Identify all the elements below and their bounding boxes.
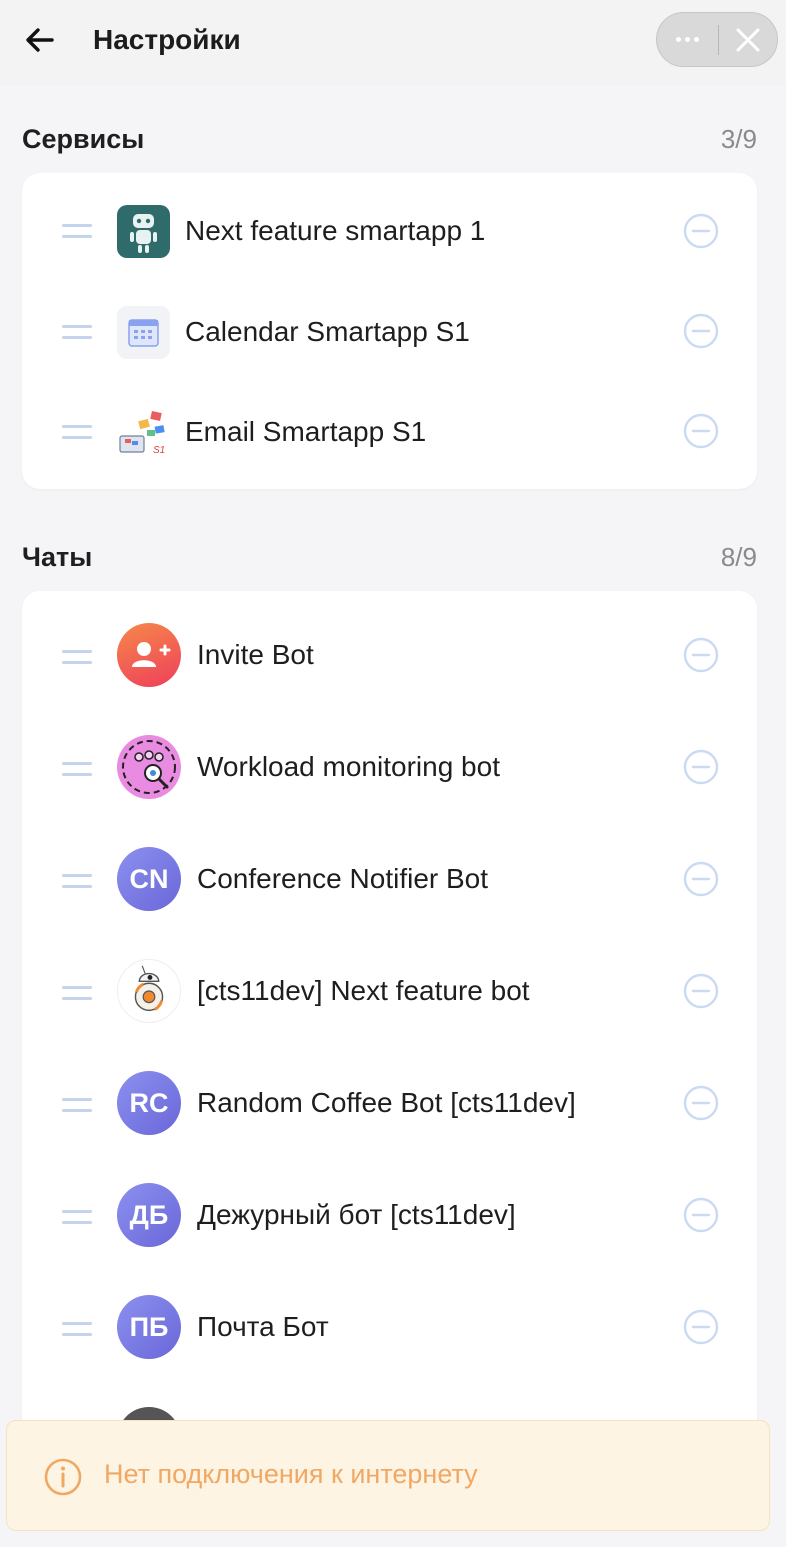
info-icon (44, 1458, 82, 1496)
top-bar: Настройки (0, 0, 786, 86)
drag-handle-icon[interactable] (62, 1322, 92, 1336)
services-card: Next feature smartapp 1 Calendar Smartap… (22, 173, 757, 489)
more-button[interactable] (657, 13, 718, 66)
drag-handle-icon[interactable] (62, 425, 92, 439)
item-label: Conference Notifier Bot (197, 863, 489, 894)
remove-circle-icon[interactable] (683, 637, 719, 673)
remove-circle-icon[interactable] (683, 749, 719, 785)
back-button[interactable] (22, 22, 58, 58)
window-controls (656, 12, 778, 67)
item-label: [cts11dev] Next feature bot (197, 975, 530, 1006)
calendar-icon (117, 306, 170, 359)
avatar: ДБ (117, 1183, 181, 1247)
avatar: RC (117, 1071, 181, 1135)
item-label: Workload monitoring bot (197, 751, 500, 782)
drag-handle-icon[interactable] (62, 874, 92, 888)
list-item: ПБ Почта Бот (22, 1279, 757, 1391)
close-button[interactable] (719, 13, 777, 66)
team-monitor-icon (117, 735, 181, 799)
services-count: 3/9 (720, 123, 757, 154)
list-item: [cts11dev] Next feature bot (22, 943, 757, 1055)
remove-circle-icon[interactable] (683, 313, 719, 349)
list-item: RC Random Coffee Bot [cts11dev] (22, 1055, 757, 1167)
remove-circle-icon[interactable] (683, 973, 719, 1009)
item-label: Дежурный бот [cts11dev] (197, 1199, 516, 1230)
list-item: Next feature smartapp 1 (22, 173, 757, 290)
list-item: ДБ Дежурный бот [cts11dev] (22, 1167, 757, 1279)
list-item: Invite Bot (22, 591, 757, 719)
item-label: Calendar Smartapp S1 (185, 316, 470, 347)
remove-circle-icon[interactable] (683, 213, 719, 249)
avatar: CN (117, 847, 181, 911)
drag-handle-icon[interactable] (62, 650, 92, 664)
offline-banner: Нет подключения к интернету (6, 1420, 770, 1531)
item-label: Random Coffee Bot [cts11dev] (197, 1087, 576, 1118)
avatar: ПБ (117, 1295, 181, 1359)
svg-text:S1: S1 (153, 445, 165, 456)
chats-section-header: Чаты 8/9 (22, 539, 757, 575)
list-item: CN Conference Notifier Bot (22, 831, 757, 943)
droid-icon (117, 959, 181, 1023)
robot-icon (117, 205, 170, 258)
drag-handle-icon[interactable] (62, 1098, 92, 1112)
drag-handle-icon[interactable] (62, 1210, 92, 1224)
remove-circle-icon[interactable] (683, 413, 719, 449)
drag-handle-icon[interactable] (62, 224, 92, 238)
drag-handle-icon[interactable] (62, 325, 92, 339)
services-section-header: Сервисы 3/9 (22, 121, 757, 157)
drag-handle-icon[interactable] (62, 986, 92, 1000)
remove-circle-icon[interactable] (683, 1085, 719, 1121)
chats-card: Invite Bot Workload monitoring bot CN Co… (22, 591, 757, 1471)
list-item: Calendar Smartapp S1 (22, 290, 757, 390)
close-icon (736, 28, 760, 51)
item-label: Invite Bot (197, 639, 314, 670)
more-dots-icon (674, 37, 701, 42)
chats-title: Чаты (22, 541, 93, 572)
item-label: Next feature smartapp 1 (185, 215, 486, 246)
add-user-icon (117, 623, 181, 687)
remove-circle-icon[interactable] (683, 1309, 719, 1345)
chats-count: 8/9 (720, 541, 757, 572)
drag-handle-icon[interactable] (62, 762, 92, 776)
services-title: Сервисы (22, 123, 145, 154)
remove-circle-icon[interactable] (683, 1197, 719, 1233)
list-item: Workload monitoring bot (22, 719, 757, 831)
banner-text: Нет подключения к интернету (104, 1459, 478, 1489)
list-item: S1 Email Smartapp S1 (22, 390, 757, 489)
arrow-left-icon (26, 28, 54, 52)
page-title: Настройки (93, 24, 241, 55)
item-label: Почта Бот (197, 1311, 329, 1342)
item-label: Email Smartapp S1 (185, 416, 427, 447)
remove-circle-icon[interactable] (683, 861, 719, 897)
email-illustration-icon: S1 (117, 406, 170, 459)
